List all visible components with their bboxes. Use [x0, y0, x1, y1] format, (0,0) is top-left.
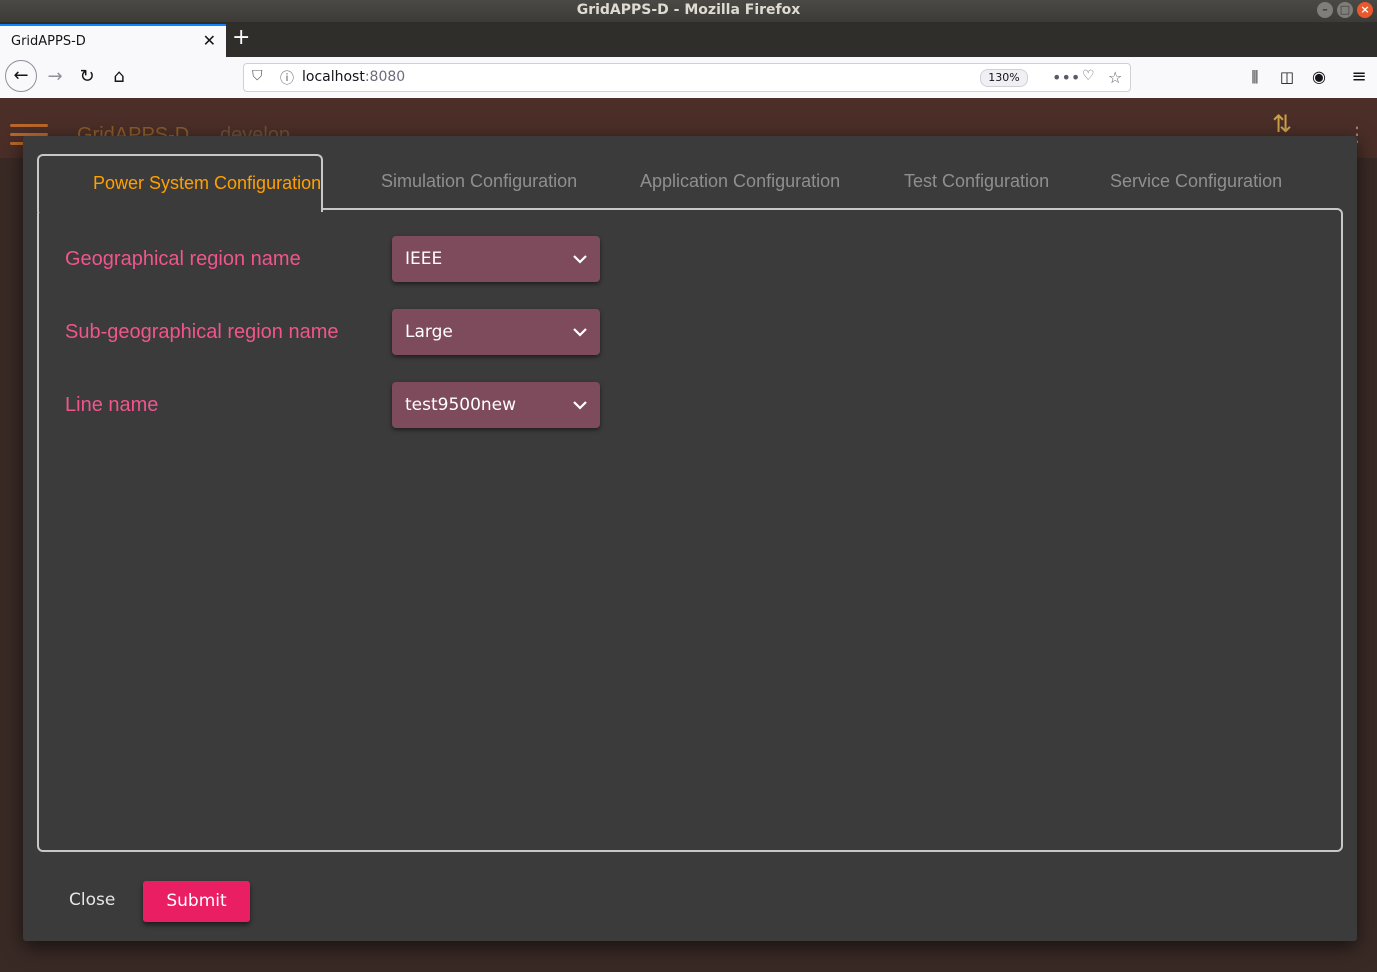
- browser-tab-title: GridAPPS-D: [11, 34, 86, 49]
- tab-panel: [37, 208, 1343, 852]
- maximize-icon[interactable]: □: [1337, 2, 1353, 18]
- submit-button[interactable]: Submit: [143, 881, 250, 922]
- line-name-select[interactable]: test9500new: [392, 382, 600, 428]
- line-name-value: test9500new: [405, 395, 517, 415]
- hamburger-menu-icon[interactable]: ≡: [1347, 65, 1371, 89]
- tab-test-configuration[interactable]: Test Configuration: [904, 154, 1049, 210]
- back-arrow-icon[interactable]: ←: [5, 60, 37, 92]
- chevron-down-icon: [573, 328, 587, 337]
- url-port: :8080: [364, 69, 406, 85]
- sidebar-icon[interactable]: ◫: [1275, 65, 1299, 89]
- sub-geographical-region-select[interactable]: Large: [392, 309, 600, 355]
- line-name-label: Line name: [65, 394, 159, 416]
- zoom-level-badge[interactable]: 130%: [980, 69, 1028, 87]
- page-actions-icon[interactable]: •••: [1052, 68, 1080, 87]
- configuration-dialog: Power System Configuration Simulation Co…: [23, 136, 1357, 941]
- geographical-region-label: Geographical region name: [65, 248, 301, 270]
- browser-nav-bar: ← → ↻ ⌂ ⛉ ⓘ localhost:8080 130% ••• ♡ ☆ …: [0, 57, 1377, 99]
- geographical-region-value: IEEE: [405, 249, 443, 269]
- window-title: GridAPPS-D - Mozilla Firefox: [576, 2, 801, 18]
- bookmark-star-icon[interactable]: ☆: [1108, 68, 1122, 87]
- close-button[interactable]: Close: [69, 890, 115, 910]
- tab-service-configuration[interactable]: Service Configuration: [1110, 154, 1282, 210]
- library-icon[interactable]: ⫼: [1243, 65, 1267, 89]
- account-icon[interactable]: ◉: [1307, 65, 1331, 89]
- sub-geographical-region-value: Large: [405, 322, 453, 342]
- minimize-icon[interactable]: –: [1317, 2, 1333, 18]
- info-icon[interactable]: ⓘ: [280, 68, 294, 88]
- window-controls: – □ ×: [1317, 2, 1373, 18]
- close-tab-icon[interactable]: ✕: [203, 31, 216, 50]
- os-title-bar: GridAPPS-D - Mozilla Firefox – □ ×: [0, 0, 1377, 22]
- pocket-icon[interactable]: ♡: [1082, 68, 1095, 84]
- close-window-icon[interactable]: ×: [1357, 2, 1373, 18]
- browser-tab[interactable]: GridAPPS-D ✕: [0, 24, 226, 58]
- chevron-down-icon: [573, 255, 587, 264]
- new-tab-icon[interactable]: +: [232, 27, 250, 49]
- url-host: localhost: [302, 69, 365, 85]
- reload-icon[interactable]: ↻: [75, 65, 99, 89]
- shield-icon[interactable]: ⛉: [252, 68, 263, 84]
- home-icon[interactable]: ⌂: [107, 65, 131, 89]
- forward-arrow-icon[interactable]: →: [43, 65, 67, 89]
- chevron-down-icon: [573, 401, 587, 410]
- tab-power-system-configuration[interactable]: Power System Configuration: [37, 154, 323, 212]
- url-bar[interactable]: ⛉ ⓘ localhost:8080 130% ••• ♡ ☆: [243, 63, 1131, 92]
- tab-simulation-configuration[interactable]: Simulation Configuration: [381, 154, 577, 210]
- geographical-region-select[interactable]: IEEE: [392, 236, 600, 282]
- url-text[interactable]: localhost:8080: [302, 69, 405, 85]
- tab-application-configuration[interactable]: Application Configuration: [640, 154, 840, 210]
- upload-download-icon[interactable]: ⇅: [1272, 110, 1292, 138]
- config-tabs: Power System Configuration Simulation Co…: [37, 154, 1343, 212]
- browser-tab-strip: GridAPPS-D ✕: [0, 22, 1377, 58]
- sub-geographical-region-label: Sub-geographical region name: [65, 321, 339, 343]
